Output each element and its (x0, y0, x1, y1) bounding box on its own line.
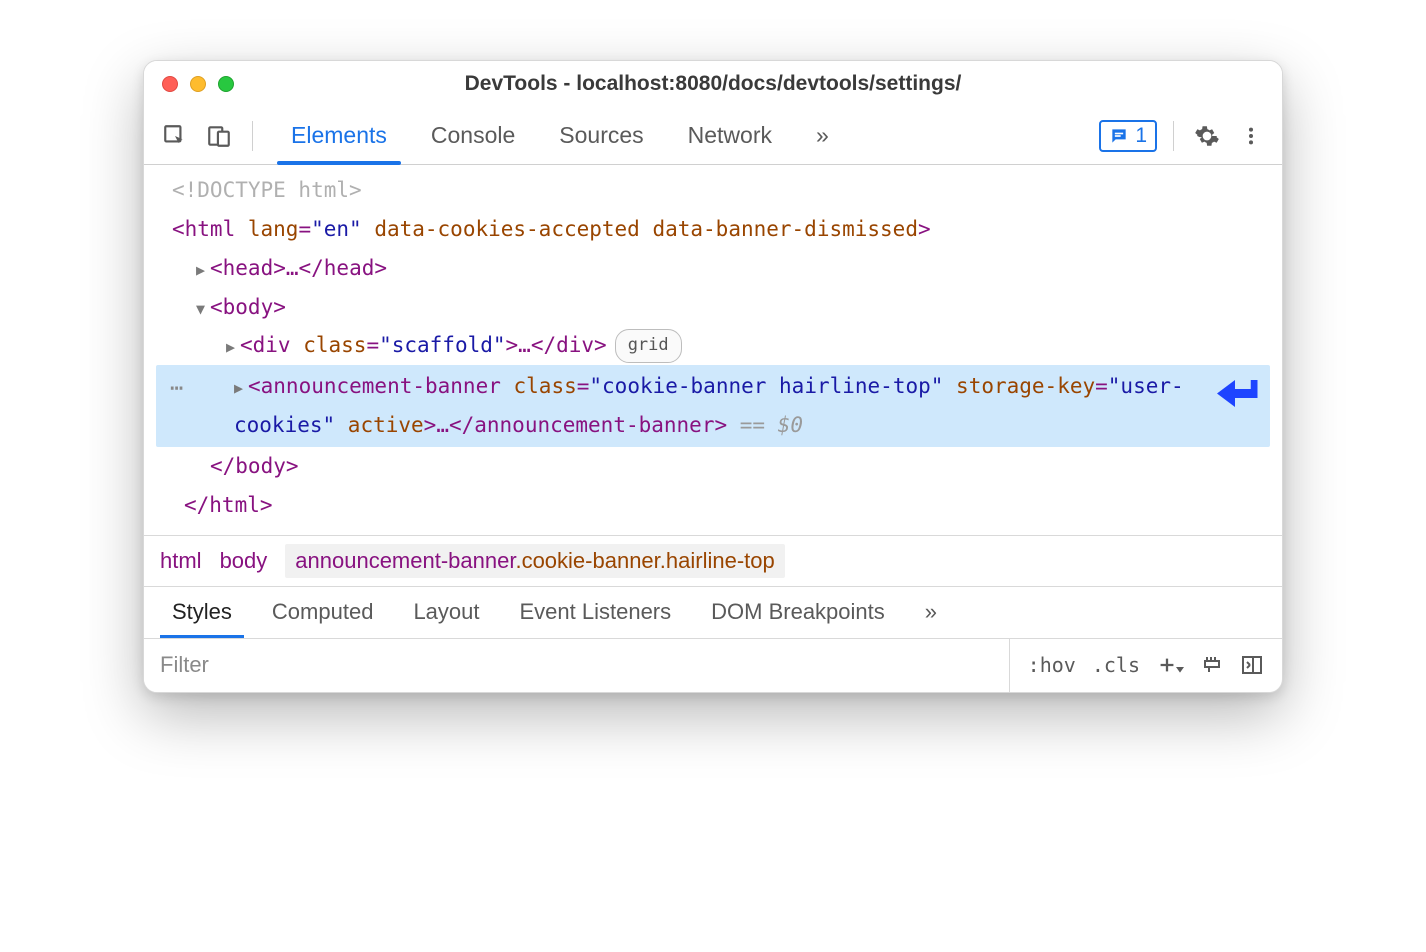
dom-body-open[interactable]: ▼<body> (144, 288, 1282, 327)
window-title: DevTools - localhost:8080/docs/devtools/… (144, 72, 1282, 96)
divider (1173, 121, 1174, 151)
annotation-arrow-icon (1208, 371, 1262, 425)
dom-doctype[interactable]: <!DOCTYPE html> (144, 171, 1282, 210)
dom-selected-node[interactable]: ⋯ ▶<announcement-banner class="cookie-ba… (156, 365, 1270, 447)
tab-console[interactable]: Console (409, 107, 537, 164)
dom-html-open[interactable]: <html lang="en" data-cookies-accepted da… (144, 210, 1282, 249)
hov-toggle[interactable]: :hov (1028, 653, 1076, 677)
expand-caret-icon[interactable]: ▶ (196, 257, 210, 285)
settings-icon[interactable] (1190, 119, 1224, 153)
filter-tools: :hov .cls (1009, 639, 1282, 692)
tab-event-listeners[interactable]: Event Listeners (502, 587, 690, 638)
expand-caret-icon[interactable]: ▶ (234, 375, 248, 403)
dom-head[interactable]: ▶<head>…</head> (144, 249, 1282, 288)
dom-div-scaffold[interactable]: ▶<div class="scaffold">…</div>grid (144, 326, 1282, 365)
tab-elements[interactable]: Elements (269, 107, 409, 164)
chat-icon (1109, 126, 1129, 146)
crumb-current[interactable]: announcement-banner.cookie-banner.hairli… (285, 544, 784, 578)
styles-filter-bar: :hov .cls (144, 638, 1282, 692)
tab-computed[interactable]: Computed (254, 587, 392, 638)
ellipsis-icon[interactable]: ⋯ (170, 369, 185, 410)
tab-sources[interactable]: Sources (537, 107, 665, 164)
crumb-body[interactable]: body (220, 548, 268, 574)
tab-styles[interactable]: Styles (154, 587, 250, 638)
elements-tree[interactable]: <!DOCTYPE html> <html lang="en" data-coo… (144, 165, 1282, 535)
minimize-window-button[interactable] (190, 76, 206, 92)
tab-network[interactable]: Network (666, 107, 794, 164)
close-window-button[interactable] (162, 76, 178, 92)
devtools-window: DevTools - localhost:8080/docs/devtools/… (143, 60, 1283, 693)
collapse-caret-icon[interactable]: ▼ (196, 296, 210, 324)
styles-tabs-overflow[interactable]: » (907, 587, 955, 638)
computed-toggle-icon[interactable] (1240, 653, 1264, 677)
paint-flashing-icon[interactable] (1200, 653, 1224, 677)
styles-tabs: Styles Computed Layout Event Listeners D… (144, 586, 1282, 638)
issues-count: 1 (1135, 124, 1147, 148)
breadcrumb: html body announcement-banner.cookie-ban… (144, 535, 1282, 586)
zoom-window-button[interactable] (218, 76, 234, 92)
crumb-html[interactable]: html (160, 548, 202, 574)
grid-badge[interactable]: grid (615, 329, 682, 362)
tab-layout[interactable]: Layout (395, 587, 497, 638)
dom-body-close[interactable]: </body> (144, 447, 1282, 486)
main-toolbar: Elements Console Sources Network » 1 (144, 107, 1282, 165)
expand-caret-icon[interactable]: ▶ (226, 334, 240, 362)
inspect-element-icon[interactable] (158, 119, 192, 153)
divider (252, 121, 253, 151)
device-toolbar-icon[interactable] (202, 119, 236, 153)
main-tabs: Elements Console Sources Network » (269, 107, 851, 164)
titlebar: DevTools - localhost:8080/docs/devtools/… (144, 61, 1282, 107)
console-ref: == $0 (727, 413, 803, 437)
cls-toggle[interactable]: .cls (1092, 653, 1140, 677)
new-style-rule-icon[interactable] (1156, 654, 1184, 676)
filter-input[interactable] (144, 639, 1009, 692)
tabs-overflow[interactable]: » (794, 107, 851, 164)
tab-dom-breakpoints[interactable]: DOM Breakpoints (693, 587, 903, 638)
issues-badge[interactable]: 1 (1099, 120, 1157, 152)
dom-html-close[interactable]: </html> (144, 486, 1282, 525)
traffic-lights (162, 76, 234, 92)
more-icon[interactable] (1234, 119, 1268, 153)
